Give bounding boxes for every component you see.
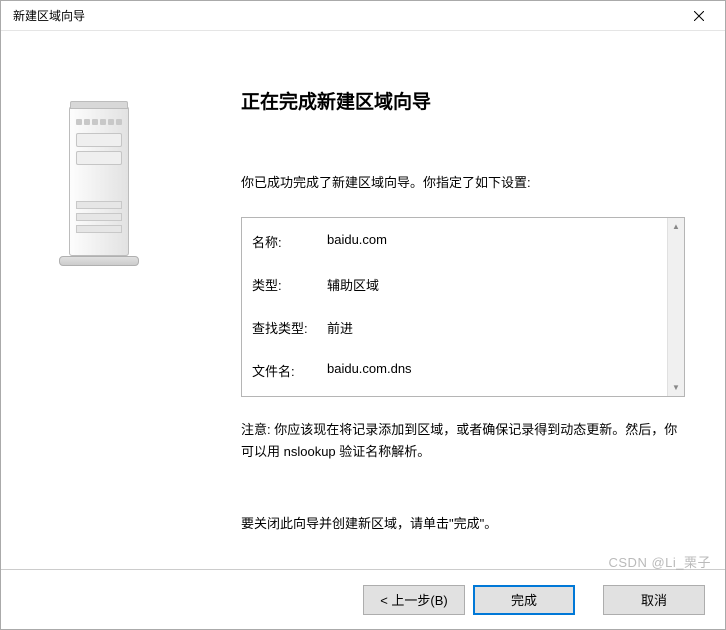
setting-label: 类型: — [252, 275, 327, 294]
content-area: 正在完成新建区域向导 你已成功完成了新建区域向导。你指定了如下设置: 名称: b… — [1, 31, 725, 569]
intro-text: 你已成功完成了新建区域向导。你指定了如下设置: — [241, 172, 685, 191]
cancel-button[interactable]: 取消 — [603, 585, 705, 615]
close-button[interactable] — [679, 2, 719, 30]
setting-row-file: 文件名: baidu.com.dns — [252, 361, 657, 380]
server-icon — [54, 101, 149, 266]
setting-row-type: 类型: 辅助区域 — [252, 275, 657, 294]
scroll-down-icon[interactable]: ▼ — [668, 379, 685, 396]
back-button[interactable]: < 上一步(B) — [363, 585, 465, 615]
scrollbar[interactable]: ▲ ▼ — [667, 218, 684, 396]
scroll-up-icon[interactable]: ▲ — [668, 218, 685, 235]
finish-button[interactable]: 完成 — [473, 585, 575, 615]
main-panel: 正在完成新建区域向导 你已成功完成了新建区域向导。你指定了如下设置: 名称: b… — [201, 31, 725, 569]
window-title: 新建区域向导 — [13, 7, 679, 24]
titlebar: 新建区域向导 — [1, 1, 725, 31]
instruction-text: 要关闭此向导并创建新区域，请单击"完成"。 — [241, 513, 685, 532]
close-icon — [694, 11, 704, 21]
setting-value: baidu.com — [327, 232, 387, 251]
setting-value: 前进 — [327, 318, 353, 337]
page-heading: 正在完成新建区域向导 — [241, 87, 685, 114]
setting-label: 文件名: — [252, 361, 327, 380]
note-text: 注意: 你应该现在将记录添加到区域，或者确保记录得到动态更新。然后，你可以用 n… — [241, 419, 685, 463]
setting-label: 查找类型: — [252, 318, 327, 337]
settings-list: 名称: baidu.com 类型: 辅助区域 查找类型: 前进 文件名: bai… — [242, 218, 667, 396]
setting-label: 名称: — [252, 232, 327, 251]
wizard-dialog: 新建区域向导 正在完成新建区域向导 你已成功完成了新建区域向导。你指定了如下设置… — [0, 0, 726, 630]
setting-row-name: 名称: baidu.com — [252, 232, 657, 251]
setting-row-lookup: 查找类型: 前进 — [252, 318, 657, 337]
button-bar: < 上一步(B) 完成 取消 — [1, 569, 725, 629]
setting-value: 辅助区域 — [327, 275, 379, 294]
setting-value: baidu.com.dns — [327, 361, 412, 380]
side-panel — [1, 31, 201, 569]
settings-summary-box: 名称: baidu.com 类型: 辅助区域 查找类型: 前进 文件名: bai… — [241, 217, 685, 397]
